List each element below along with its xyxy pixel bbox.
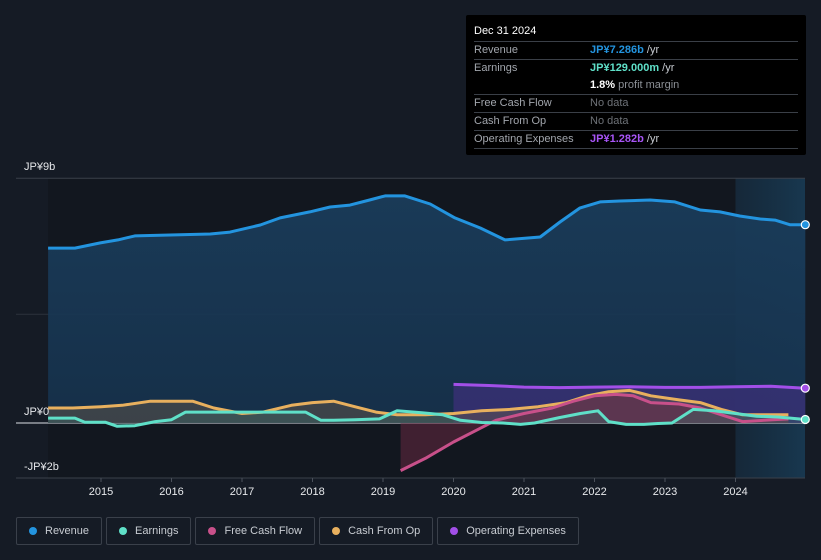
tooltip-row-revenue: Revenue JP¥7.286b /yr	[474, 42, 798, 60]
tooltip-panel: Dec 31 2024 Revenue JP¥7.286b /yr Earnin…	[466, 15, 806, 155]
operating-expenses-end-marker	[800, 383, 810, 393]
tooltip-value: No data	[590, 115, 629, 127]
legend-label: Cash From Op	[348, 525, 421, 537]
x-tick-label: 2018	[300, 486, 324, 498]
tooltip-label: Revenue	[474, 44, 519, 56]
tooltip-unit: /yr	[659, 62, 675, 74]
x-tick-label: 2019	[371, 486, 395, 498]
legend-dot-icon	[332, 527, 341, 535]
tooltip-unit: profit margin	[615, 79, 680, 91]
x-tick-label: 2017	[230, 486, 254, 498]
legend: Revenue Earnings Free Cash Flow Cash Fro…	[16, 517, 579, 545]
legend-label: Free Cash Flow	[224, 525, 303, 537]
legend-label: Operating Expenses	[466, 525, 566, 537]
tooltip-row-fcf: Free Cash Flow No data	[474, 95, 798, 113]
x-tick-label: 2020	[441, 486, 465, 498]
earnings-end-marker	[800, 414, 810, 425]
tooltip-row-opex: Operating Expenses JP¥1.282b /yr	[474, 131, 798, 149]
tooltip-label: Free Cash Flow	[474, 97, 552, 109]
legend-item-revenue[interactable]: Revenue	[16, 517, 103, 545]
tooltip-label: Cash From Op	[474, 115, 547, 127]
tooltip-row-margin: 1.8% profit margin	[474, 77, 798, 95]
legend-dot-icon	[119, 527, 128, 535]
legend-item-cash-from-op[interactable]: Cash From Op	[319, 517, 434, 545]
tooltip-row-earnings: Earnings JP¥129.000m /yr	[474, 60, 798, 77]
legend-label: Revenue	[45, 525, 90, 537]
legend-item-free-cash-flow[interactable]: Free Cash Flow	[195, 517, 316, 545]
legend-item-operating-expenses[interactable]: Operating Expenses	[437, 517, 579, 545]
tooltip-value: No data	[590, 97, 629, 109]
x-tick-label: 2021	[512, 486, 536, 498]
legend-dot-icon	[450, 527, 459, 535]
legend-dot-icon	[29, 527, 37, 535]
tooltip-value: JP¥7.286b	[590, 44, 644, 56]
x-tick-label: 2015	[89, 486, 113, 498]
tooltip-value: JP¥129.000m	[590, 62, 660, 74]
legend-label: Earnings	[135, 525, 179, 537]
tooltip-label	[474, 77, 590, 94]
revenue-end-marker	[800, 220, 810, 230]
legend-item-earnings[interactable]: Earnings	[106, 517, 192, 545]
legend-dot-icon	[208, 527, 217, 535]
x-tick-label: 2022	[582, 486, 606, 498]
x-tick-label: 2023	[653, 486, 677, 498]
y-tick-label: JP¥0	[24, 406, 49, 418]
tooltip-label: Earnings	[474, 62, 518, 74]
y-tick-label: JP¥9b	[24, 161, 55, 173]
tooltip-value: JP¥1.282b	[590, 133, 644, 145]
tooltip-date: Dec 31 2024	[474, 22, 798, 42]
y-tick-label: -JP¥2b	[24, 461, 59, 473]
x-tick-label: 2016	[159, 486, 183, 498]
tooltip-unit: /yr	[643, 44, 660, 56]
x-tick-label: 2024	[723, 486, 747, 498]
tooltip-row-cfo: Cash From Op No data	[474, 113, 798, 131]
tooltip-unit: /yr	[643, 133, 660, 145]
tooltip-value: 1.8%	[590, 79, 616, 91]
tooltip-label: Operating Expenses	[474, 133, 574, 145]
